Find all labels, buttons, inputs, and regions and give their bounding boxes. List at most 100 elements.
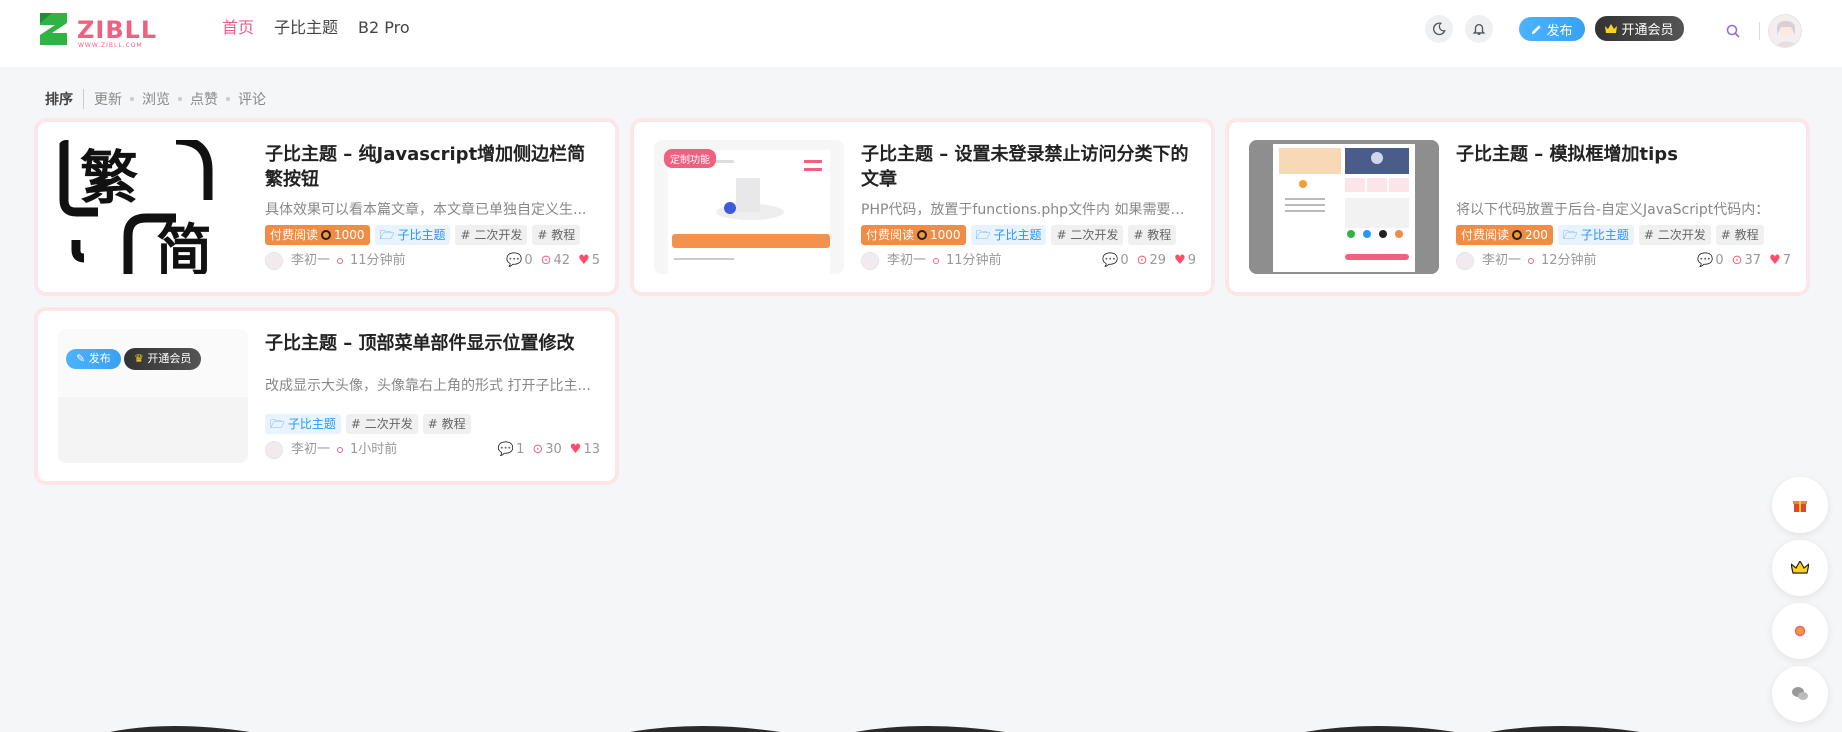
meta-separator-icon xyxy=(337,447,343,453)
paid-read-badge[interactable]: 付费阅读 1000 xyxy=(265,225,370,245)
header-divider xyxy=(1759,22,1760,40)
post-title[interactable]: 子比主题 – 模拟框增加tips xyxy=(1456,142,1791,167)
like-count[interactable]: ♥ 13 xyxy=(570,441,600,459)
like-icon: ♥ xyxy=(569,442,582,457)
topic-tag[interactable]: # 二次开发 xyxy=(1051,225,1124,245)
moon-icon xyxy=(1433,22,1446,36)
post-excerpt: 将以下代码放置于后台-自定义JavaScript代码内： xyxy=(1456,202,1770,218)
author-avatar[interactable] xyxy=(265,252,283,270)
dark-mode-toggle[interactable] xyxy=(1425,15,1453,43)
price-value: 1000 xyxy=(334,228,365,242)
category-tag[interactable]: 🗁 子比主题 xyxy=(1557,225,1634,245)
vip-button[interactable]: 开通会员 xyxy=(1595,16,1684,41)
paid-read-label: 付费阅读 xyxy=(866,228,915,242)
topic-tag[interactable]: # 教程 xyxy=(422,414,471,434)
topic-tag[interactable]: # 教程 xyxy=(532,225,581,245)
like-icon: ♥ xyxy=(578,253,590,268)
post-meta: 李初一 12分钟前 💬 0 ⊙ 37 ♥ 7 xyxy=(1456,252,1791,270)
coin-float-button[interactable] xyxy=(1772,603,1828,659)
sort-option-updated[interactable]: 更新 xyxy=(94,89,122,109)
custom-feature-badge: 定制功能 xyxy=(664,149,716,168)
folder-icon: 🗁 xyxy=(379,228,395,242)
category-tag[interactable]: 🗁 子比主题 xyxy=(970,225,1047,245)
category-tag[interactable]: 🗁 子比主题 xyxy=(265,414,341,434)
topic-tag[interactable]: # 教程 xyxy=(1128,225,1177,245)
logo-text: ZIBLL xyxy=(77,16,158,44)
view-icon: ⊙ xyxy=(1136,253,1148,268)
post-excerpt: 具体效果可以看本篇文章，本文章已单独自定义生... xyxy=(265,202,587,218)
folder-icon: 🗁 xyxy=(1562,228,1578,242)
author-name[interactable]: 李初一 xyxy=(887,252,926,270)
comment-icon: 💬 xyxy=(497,442,515,457)
topic-tag[interactable]: # 二次开发 xyxy=(345,414,418,434)
post-title[interactable]: 子比主题 – 顶部菜单部件显示位置修改 xyxy=(265,331,600,356)
gift-button[interactable] xyxy=(1772,477,1828,533)
paid-read-badge[interactable]: 付费阅读 1000 xyxy=(861,225,966,245)
thumbnail-publish-label: 发布 xyxy=(88,352,111,365)
category-label: 子比主题 xyxy=(397,228,446,242)
post-card[interactable]: ✎ 发布 ♛ 开通会员 子比主题 – 顶部菜单部件显示位置修改 改成显示大头像，… xyxy=(38,311,615,481)
pencil-icon xyxy=(1532,24,1542,34)
like-count[interactable]: ♥ 5 xyxy=(578,252,600,270)
sort-option-views[interactable]: 浏览 xyxy=(142,89,170,109)
topic-tag[interactable]: # 二次开发 xyxy=(455,225,528,245)
post-title[interactable]: 子比主题 – 设置未登录禁止访问分类下的文章 xyxy=(861,142,1196,192)
author-avatar[interactable] xyxy=(1456,252,1474,270)
user-avatar[interactable] xyxy=(1768,14,1802,48)
like-count[interactable]: ♥ 9 xyxy=(1174,252,1196,270)
view-count: ⊙ 30 xyxy=(532,442,562,457)
category-tag[interactable]: 🗁 子比主题 xyxy=(374,225,451,245)
coin-icon xyxy=(321,230,332,240)
price-value: 200 xyxy=(1525,228,1548,242)
author-name[interactable]: 李初一 xyxy=(1482,252,1521,270)
topic-tag[interactable]: # 二次开发 xyxy=(1638,225,1711,245)
folder-icon: 🗁 xyxy=(270,417,285,431)
comment-count: 💬 0 xyxy=(1102,253,1129,268)
crown-icon xyxy=(1791,561,1809,574)
publish-button[interactable]: 发布 xyxy=(1519,17,1585,41)
thumbnail-publish-pill: ✎ 发布 xyxy=(66,349,121,369)
folder-icon: 🗁 xyxy=(975,228,991,242)
view-icon: ⊙ xyxy=(1731,253,1743,268)
like-icon: ♥ xyxy=(1174,253,1186,268)
post-time: 11分钟前 xyxy=(946,253,1002,268)
notification-button[interactable] xyxy=(1465,15,1493,43)
post-time: 12分钟前 xyxy=(1541,253,1597,268)
nav-item-b2pro[interactable]: B2 Pro xyxy=(358,18,410,38)
comment-count: 💬 0 xyxy=(506,253,533,268)
comment-count: 💬 0 xyxy=(1697,253,1724,268)
sort-option-comments[interactable]: 评论 xyxy=(238,89,266,109)
site-logo[interactable]: ZIBLL WWW.ZIBLL.COM xyxy=(38,11,156,49)
simplified-char: 简 xyxy=(156,219,212,274)
vip-float-button[interactable] xyxy=(1772,540,1828,596)
post-excerpt: 改成显示大头像，头像靠右上角的形式 打开子比主... xyxy=(265,378,591,394)
author-name[interactable]: 李初一 xyxy=(291,441,330,459)
like-count[interactable]: ♥ 7 xyxy=(1769,252,1791,270)
footer-wave-decoration xyxy=(110,726,1640,732)
post-thumbnail[interactable] xyxy=(1249,140,1439,274)
post-meta: 李初一 11分钟前 💬 0 ⊙ 42 ♥ 5 xyxy=(265,252,600,270)
search-icon[interactable] xyxy=(1726,24,1740,38)
post-thumbnail[interactable]: 定制功能 xyxy=(654,140,844,274)
post-thumbnail[interactable]: 繁 简 xyxy=(58,140,248,274)
topic-tag[interactable]: # 教程 xyxy=(1715,225,1764,245)
author-name[interactable]: 李初一 xyxy=(291,252,330,270)
nav-item-home[interactable]: 首页 xyxy=(222,18,254,38)
author-avatar[interactable] xyxy=(861,252,879,270)
post-tags: 🗁 子比主题 # 二次开发 # 教程 xyxy=(265,414,471,434)
comment-count: 💬 1 xyxy=(497,442,525,457)
post-card[interactable]: 繁 简 子比主题 – 纯Javascript增加侧边栏简繁按钮 具体效果可以看本… xyxy=(38,122,615,292)
paid-read-badge[interactable]: 付费阅读 200 xyxy=(1456,225,1553,245)
sort-label: 排序 xyxy=(45,89,84,109)
post-thumbnail[interactable]: ✎ 发布 ♛ 开通会员 xyxy=(58,329,248,463)
author-avatar[interactable] xyxy=(265,441,283,459)
post-card[interactable]: 子比主题 – 模拟框增加tips 将以下代码放置于后台-自定义JavaScrip… xyxy=(1229,122,1806,292)
post-stats: 💬 0 ⊙ 29 ♥ 9 xyxy=(1102,252,1196,270)
nav-item-zibll-theme[interactable]: 子比主题 xyxy=(274,18,338,38)
post-title[interactable]: 子比主题 – 纯Javascript增加侧边栏简繁按钮 xyxy=(265,142,600,192)
wechat-float-button[interactable] xyxy=(1772,666,1828,722)
sort-option-likes[interactable]: 点赞 xyxy=(190,89,218,109)
post-card[interactable]: 定制功能 子比主题 – 设置未登录禁止访问分类下的文章 PHP代码，放置于fun… xyxy=(634,122,1211,292)
view-count: ⊙ 42 xyxy=(540,253,571,268)
category-label: 子比主题 xyxy=(1580,228,1629,242)
